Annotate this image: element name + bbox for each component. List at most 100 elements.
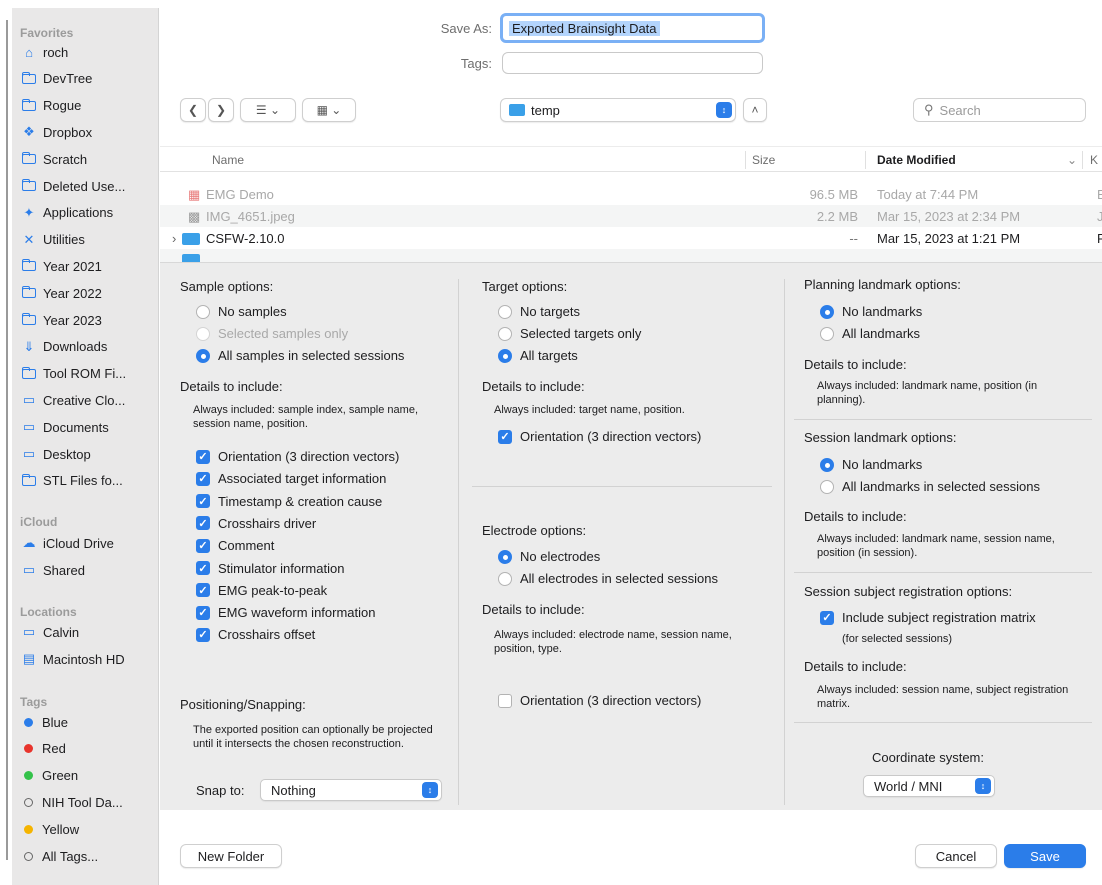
sidebar-item-favorites[interactable]: Year 2021 [20,254,156,278]
sidebar-item-tags[interactable]: Red [20,737,156,761]
sidebar-item-favorites[interactable]: ✕ Utilities [20,228,156,252]
collapse-button[interactable]: ˄ [743,98,767,122]
radio-selected-samples[interactable]: Selected samples only [196,326,348,341]
radio-indicator [498,326,512,341]
sample-detail-checkbox[interactable]: ✓ Stimulator information [196,561,344,576]
sidebar-item-favorites[interactable]: Year 2022 [20,281,156,305]
column-divider [865,151,866,169]
sidebar-item-favorites[interactable]: DevTree [20,67,156,91]
sidebar-item-label: Rogue [43,98,82,114]
sample-detail-checkbox[interactable]: ✓ EMG waveform information [196,605,376,620]
check-label: Include subject registration matrix [842,610,1036,625]
save-button[interactable]: Save [1004,844,1086,868]
sidebar-item-favorites[interactable]: Rogue [20,94,156,118]
sample-detail-checkbox[interactable]: ✓ Associated target information [196,471,386,486]
sample-detail-checkbox[interactable]: ✓ EMG peak-to-peak [196,583,327,598]
radio-all-planning-landmarks[interactable]: All landmarks [820,326,920,341]
sidebar-item-tags[interactable]: NIH Tool Da... [20,790,156,814]
tags-field[interactable] [502,52,763,74]
back-button[interactable]: ❮ [180,98,206,122]
group-view-button[interactable]: ▦ ⌄ [302,98,356,122]
cancel-button[interactable]: Cancel [915,844,997,868]
sidebar-item-icloud[interactable]: ☁ iCloud Drive [20,531,156,555]
sidebar-item-favorites[interactable]: Scratch [20,147,156,171]
sample-detail-checkbox[interactable]: ✓ Orientation (3 direction vectors) [196,449,399,464]
disclosure-arrow-icon[interactable]: › [172,231,176,246]
new-folder-button[interactable]: New Folder [180,844,282,868]
check-label: EMG waveform information [218,605,376,621]
sidebar-item-favorites[interactable]: Year 2023 [20,308,156,332]
section-divider [794,572,1092,573]
sidebar-item-favorites[interactable]: ✦ Applications [20,201,156,225]
sidebar-item-favorites[interactable]: Tool ROM Fi... [20,362,156,386]
radio-all-session-landmarks[interactable]: All landmarks in selected sessions [820,479,1040,494]
sidebar-item-favorites[interactable]: ❖ Dropbox [20,120,156,144]
document-icon: ▭ [22,392,36,408]
sidebar-item-favorites[interactable]: ▭ Creative Clo... [20,388,156,412]
file-row[interactable]: ▩ IMG_4651.jpeg 2.2 MB Mar 15, 2023 at 2… [160,205,1102,227]
sidebar-item-tags[interactable]: Blue [20,710,156,734]
radio-indicator [196,348,210,363]
column-size[interactable]: Size [752,153,775,167]
sample-detail-checkbox[interactable]: ✓ Crosshairs offset [196,627,315,642]
radio-no-samples[interactable]: No samples [196,304,287,319]
sample-detail-checkbox[interactable]: ✓ Crosshairs driver [196,516,316,531]
column-kind[interactable]: K [1090,153,1098,167]
check-subject-registration[interactable]: ✓ Include subject registration matrix [820,610,1036,625]
column-name[interactable]: Name [212,153,244,167]
radio-no-planning-landmarks[interactable]: No landmarks [820,304,922,319]
radio-no-electrodes[interactable]: No electrodes [498,549,600,564]
check-label: Crosshairs driver [218,515,317,531]
sample-details-note: Always included: sample index, sample na… [193,404,419,430]
sidebar-item-label: Green [42,768,79,784]
sidebar-item-label: Applications [43,205,114,221]
check-electrode-orientation[interactable]: Orientation (3 direction vectors) [498,693,701,708]
radio-no-targets[interactable]: No targets [498,304,580,319]
sample-detail-checkbox[interactable]: ✓ Comment [196,538,274,553]
file-kind: E [1097,187,1102,202]
file-row[interactable]: ▦ EMG Demo 96.5 MB Today at 7:44 PM E [160,183,1102,205]
sidebar-item-tags[interactable]: Yellow [20,817,156,841]
sidebar-item-locations[interactable]: ▭ Calvin [20,620,156,644]
radio-label: All samples in selected sessions [218,348,405,363]
forward-button[interactable]: ❯ [208,98,234,122]
file-row-partial[interactable] [160,249,1102,262]
file-name: IMG_4651.jpeg [206,209,295,224]
sidebar-item-favorites[interactable]: ⌂ roch [20,40,156,64]
radio-all-electrodes[interactable]: All electrodes in selected sessions [498,571,718,586]
positioning-note: The exported position can optionally be … [193,724,433,750]
file-size: 96.5 MB [809,187,858,202]
search-input[interactable]: ⚲ Search [913,98,1086,122]
shared-folder-icon: ▭ [22,562,36,577]
sidebar-item-tags[interactable]: All Tags... [20,844,156,868]
dropbox-icon: ❖ [23,124,35,140]
sidebar-item-favorites[interactable]: ▭ Desktop [20,442,156,466]
sidebar-item-favorites[interactable]: ⇓ Downloads [20,335,156,359]
check-target-orientation[interactable]: ✓ Orientation (3 direction vectors) [498,429,701,444]
radio-all-samples[interactable]: All samples in selected sessions [196,348,404,363]
updown-icon: ↕ [716,102,732,118]
checkmark-icon: ✓ [498,429,512,444]
location-popup[interactable]: temp ↕ [500,98,736,122]
utilities-icon: ✕ [23,231,35,247]
radio-indicator [498,571,512,586]
sidebar-item-locations[interactable]: ▤ Macintosh HD [20,647,156,671]
column-date-modified[interactable]: Date Modified [877,153,956,167]
checkmark-icon: ✓ [196,583,210,598]
sidebar-item-favorites[interactable]: ▭ Documents [20,415,156,439]
coordinate-system-popup[interactable]: World / MNI ↕ [863,775,995,797]
list-view-button[interactable]: ☰ ⌄ [240,98,296,122]
save-as-field[interactable]: Exported Brainsight Data [500,13,765,43]
folder-icon [20,98,38,111]
radio-all-targets[interactable]: All targets [498,348,578,363]
snap-popup[interactable]: Nothing ↕ [260,779,442,801]
file-row[interactable]: › CSFW-2.10.0 -- Mar 15, 2023 at 1:21 PM… [160,227,1102,249]
sidebar-item-tags[interactable]: Green [20,764,156,788]
sidebar-item-icloud[interactable]: ▭ Shared [20,558,156,582]
sample-detail-checkbox[interactable]: ✓ Timestamp & creation cause [196,494,382,509]
sidebar-item-favorites[interactable]: Deleted Use... [20,174,156,198]
radio-no-session-landmarks[interactable]: No landmarks [820,457,922,472]
sidebar-item-favorites[interactable]: STL Files fo... [20,469,156,493]
window-edge [0,0,12,885]
radio-selected-targets[interactable]: Selected targets only [498,326,641,341]
